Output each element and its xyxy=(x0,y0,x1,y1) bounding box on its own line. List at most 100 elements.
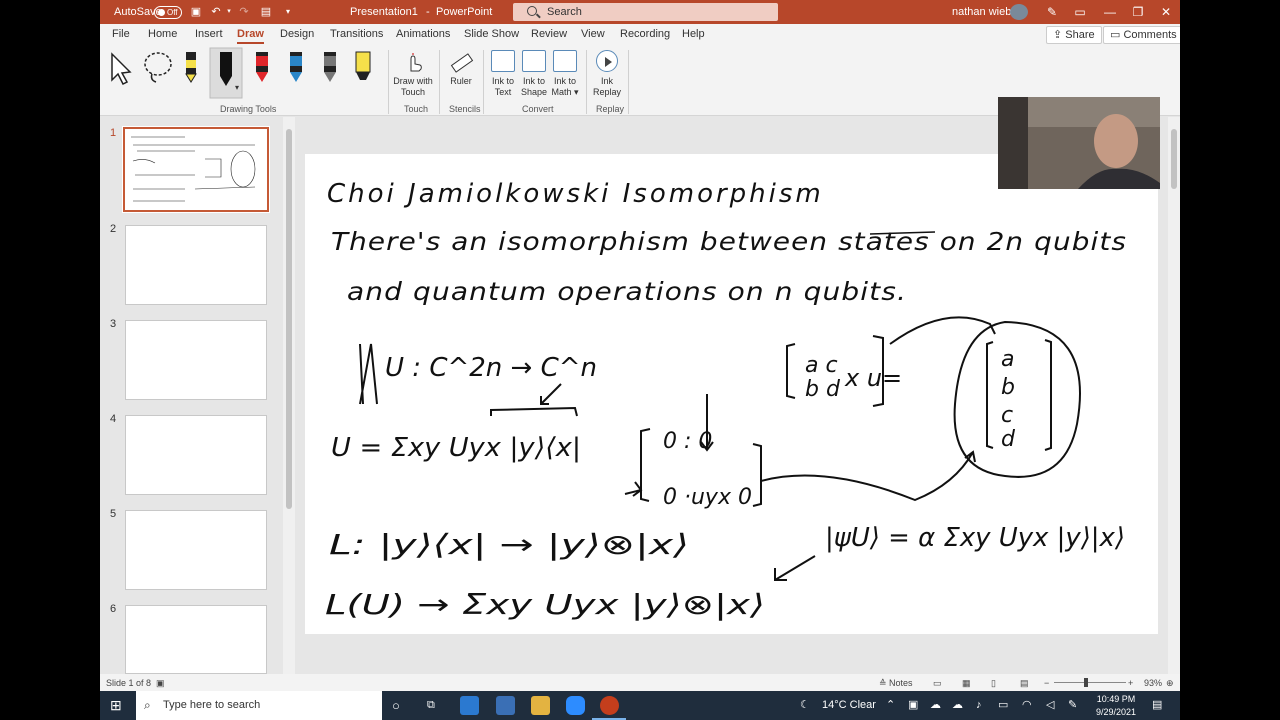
tab-design[interactable]: Design xyxy=(280,28,314,40)
svg-text:c: c xyxy=(1001,403,1013,428)
scroll-thumb[interactable] xyxy=(1171,129,1177,189)
ink-to-math-button[interactable]: Ink to Math ▾ xyxy=(550,50,580,98)
pen-gallery: ▾ xyxy=(111,47,371,99)
ink-canvas: Choi Jamiolkowski Isomorphism There's an… xyxy=(325,179,1126,621)
file-explorer-icon[interactable] xyxy=(531,696,550,715)
highlighter-yellow-icon[interactable] xyxy=(355,51,371,80)
mail-icon[interactable] xyxy=(460,696,479,715)
draw-with-touch-line2: Touch xyxy=(400,87,426,97)
slide-thumbnail-4[interactable] xyxy=(125,415,267,495)
slide-thumbnail-1[interactable] xyxy=(122,126,270,213)
show-hidden-icons[interactable]: ⌃ xyxy=(886,691,895,720)
meet-now-icon[interactable]: ▣ xyxy=(908,691,918,720)
save-icon[interactable]: ▣ xyxy=(190,6,202,18)
normal-view-icon[interactable]: ▭ xyxy=(933,678,942,689)
minimize-icon[interactable]: — xyxy=(1096,0,1124,24)
notification-icon[interactable]: ▤ xyxy=(1152,691,1162,720)
lasso-tool-icon[interactable] xyxy=(144,52,172,83)
slideshow-icon[interactable]: ▤ xyxy=(1020,678,1029,689)
chevron-down-icon: ▾ xyxy=(574,87,579,97)
present-icon[interactable]: ▤ xyxy=(260,6,272,18)
windows-taskbar: ⊞ ⌕ Type here to search ○ ⧉ ☾ 14°C Clear… xyxy=(100,691,1180,720)
user-avatar[interactable] xyxy=(1010,4,1028,20)
tab-draw[interactable]: Draw xyxy=(237,28,264,44)
notes-button[interactable]: ≙ Notes xyxy=(879,678,913,689)
slide-thumbnail-3[interactable] xyxy=(125,320,267,400)
ribbon-separator xyxy=(388,50,389,114)
comments-button[interactable]: ▭ Comments xyxy=(1103,26,1180,44)
tab-recording[interactable]: Recording xyxy=(620,28,670,40)
weather-text[interactable]: 14°C Clear xyxy=(822,691,876,720)
zoom-slider-thumb[interactable] xyxy=(1084,678,1088,687)
cortana-icon[interactable]: ○ xyxy=(392,691,400,720)
tab-help[interactable]: Help xyxy=(682,28,705,40)
slide-thumbnail-5[interactable] xyxy=(125,510,267,590)
slide-sorter-icon[interactable]: ▦ xyxy=(962,678,971,689)
thumbnail-scrollbar[interactable] xyxy=(283,117,295,674)
ink-to-text-button[interactable]: Ink to Text xyxy=(489,50,517,98)
tab-transitions[interactable]: Transitions xyxy=(330,28,383,40)
zoom-slider[interactable] xyxy=(1054,682,1126,683)
pen-blue-icon[interactable] xyxy=(290,52,302,82)
tab-review[interactable]: Review xyxy=(531,28,567,40)
zoom-app-icon[interactable] xyxy=(566,696,585,715)
search-box[interactable]: Search xyxy=(513,3,778,21)
share-button[interactable]: ⇪ Share xyxy=(1046,26,1102,44)
tab-insert[interactable]: Insert xyxy=(195,28,223,40)
tab-home[interactable]: Home xyxy=(148,28,177,40)
undo-icon[interactable]: ↶ xyxy=(210,6,222,18)
pen-red-icon[interactable] xyxy=(256,52,268,82)
autosave-toggle[interactable]: Off xyxy=(154,6,182,19)
customize-toolbar-icon[interactable]: ▾ xyxy=(282,6,294,18)
zoom-in-icon[interactable]: + xyxy=(1128,678,1133,688)
sum-ink: U = Σxy Uyx |y⟩⟨x| xyxy=(331,433,581,463)
volume-icon[interactable]: ◁ xyxy=(1046,691,1054,720)
undo-dropdown-icon[interactable]: ▾ xyxy=(223,6,235,18)
current-slide[interactable]: Choi Jamiolkowski Isomorphism There's an… xyxy=(305,154,1158,634)
zoom-out-icon[interactable]: − xyxy=(1044,678,1049,688)
ink-to-shape-button[interactable]: Ink to Shape xyxy=(519,50,549,98)
slide-thumbnail-pane: 1 2 3 4 5 6 xyxy=(100,117,295,674)
draw-with-touch-button[interactable]: Draw with Touch xyxy=(393,50,433,98)
select-tool-icon[interactable] xyxy=(111,52,132,86)
tab-file[interactable]: File xyxy=(112,28,130,40)
accessibility-icon[interactable]: ▣ xyxy=(156,678,165,689)
restore-icon[interactable]: ❐ xyxy=(1124,0,1152,24)
svg-text:a: a xyxy=(1001,347,1014,372)
close-icon[interactable]: ✕ xyxy=(1152,0,1180,24)
powerpoint-taskbar-icon[interactable] xyxy=(600,696,619,715)
ribbon-display-icon[interactable]: ▭ xyxy=(1066,0,1094,24)
windows-start-icon[interactable]: ⊞ xyxy=(110,691,122,720)
wifi-icon[interactable]: ◠ xyxy=(1022,691,1032,720)
clock-date[interactable]: 9/29/2021 xyxy=(1092,707,1140,717)
tab-view[interactable]: View xyxy=(581,28,605,40)
onedrive-icon[interactable]: ☁ xyxy=(952,691,963,720)
clock-time[interactable]: 10:49 PM xyxy=(1092,694,1140,704)
tab-animations[interactable]: Animations xyxy=(396,28,450,40)
ink-to-shape-line1: Ink to xyxy=(522,76,545,86)
store-icon[interactable] xyxy=(496,696,515,715)
pen-workspace-icon[interactable]: ✎ xyxy=(1068,691,1077,720)
battery-icon[interactable]: ▭ xyxy=(998,691,1008,720)
ink-to-shape-line2: Shape xyxy=(520,87,548,97)
microphone-icon[interactable]: ♪ xyxy=(976,691,982,720)
svg-text:b d: b d xyxy=(805,377,841,402)
slide-thumbnail-2[interactable] xyxy=(125,225,267,305)
reading-view-icon[interactable]: ▯ xyxy=(991,678,996,689)
tab-slide-show[interactable]: Slide Show xyxy=(464,28,519,40)
pen-icon[interactable]: ✎ xyxy=(1038,0,1066,24)
redo-icon[interactable]: ↷ xyxy=(238,6,250,18)
zoom-level[interactable]: 93% xyxy=(1144,678,1162,688)
taskbar-search[interactable]: ⌕ Type here to search xyxy=(136,691,382,720)
fit-slide-icon[interactable]: ⊕ xyxy=(1166,678,1174,689)
ruler-button[interactable]: Ruler xyxy=(446,50,476,87)
pen-gray-icon[interactable] xyxy=(324,52,336,82)
cloud-icon[interactable]: ☁ xyxy=(930,691,941,720)
slide-thumbnail-6[interactable] xyxy=(125,605,267,674)
task-view-icon[interactable]: ⧉ xyxy=(427,691,435,720)
scroll-thumb[interactable] xyxy=(286,129,292,509)
ink-replay-button[interactable]: Ink Replay xyxy=(590,50,624,98)
pencil-yellow-icon[interactable] xyxy=(185,52,197,83)
editor-scrollbar[interactable] xyxy=(1168,117,1180,674)
svg-text:▾: ▾ xyxy=(235,83,239,92)
